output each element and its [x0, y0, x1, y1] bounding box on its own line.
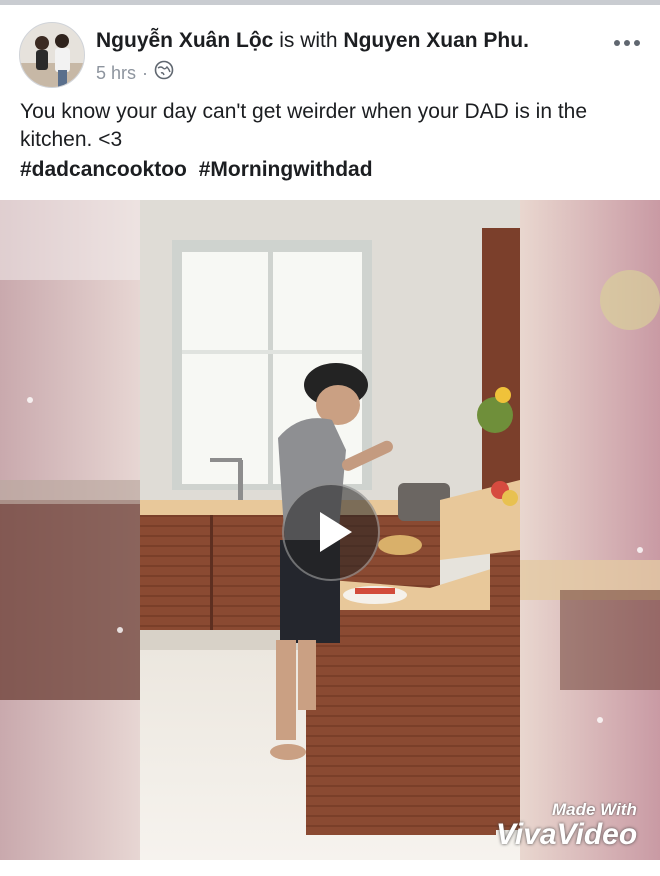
post-meta: 5 hrs · — [96, 60, 174, 85]
watermark-made-with: Made With — [552, 800, 637, 819]
more-options-button[interactable] — [612, 34, 642, 52]
author-name[interactable]: Nguyễn Xuân Lộc — [96, 29, 273, 52]
post-hashtags: #dadcancooktoo #Morningwithdad — [20, 156, 379, 184]
globe-icon[interactable] — [154, 60, 174, 85]
hashtag-link[interactable]: #dadcancooktoo — [20, 158, 187, 181]
with-text: is with — [279, 29, 338, 52]
tagged-name[interactable]: Nguyen Xuan Phu. — [343, 29, 529, 52]
play-icon — [320, 512, 352, 552]
avatar-photo — [20, 23, 84, 87]
bottom-spacer — [0, 860, 660, 876]
avatar[interactable] — [19, 22, 85, 88]
dot-icon — [634, 40, 640, 46]
post-time[interactable]: 5 hrs — [96, 62, 136, 84]
dot-icon — [624, 40, 630, 46]
top-divider — [0, 0, 660, 5]
video-player[interactable]: Made With VivaVideo — [0, 200, 660, 860]
post-header: Nguyễn Xuân Lộc is with Nguyen Xuan Phu.… — [0, 22, 660, 92]
dot-icon — [614, 40, 620, 46]
post-message: You know your day can't get weirder when… — [20, 100, 588, 151]
meta-separator: · — [142, 62, 149, 83]
post-author-line: Nguyễn Xuân Lộc is with Nguyen Xuan Phu. — [96, 28, 529, 54]
watermark-vivavideo: VivaVideo — [496, 818, 638, 851]
hashtag-link[interactable]: #Morningwithdad — [199, 158, 373, 181]
play-button[interactable] — [282, 483, 380, 581]
